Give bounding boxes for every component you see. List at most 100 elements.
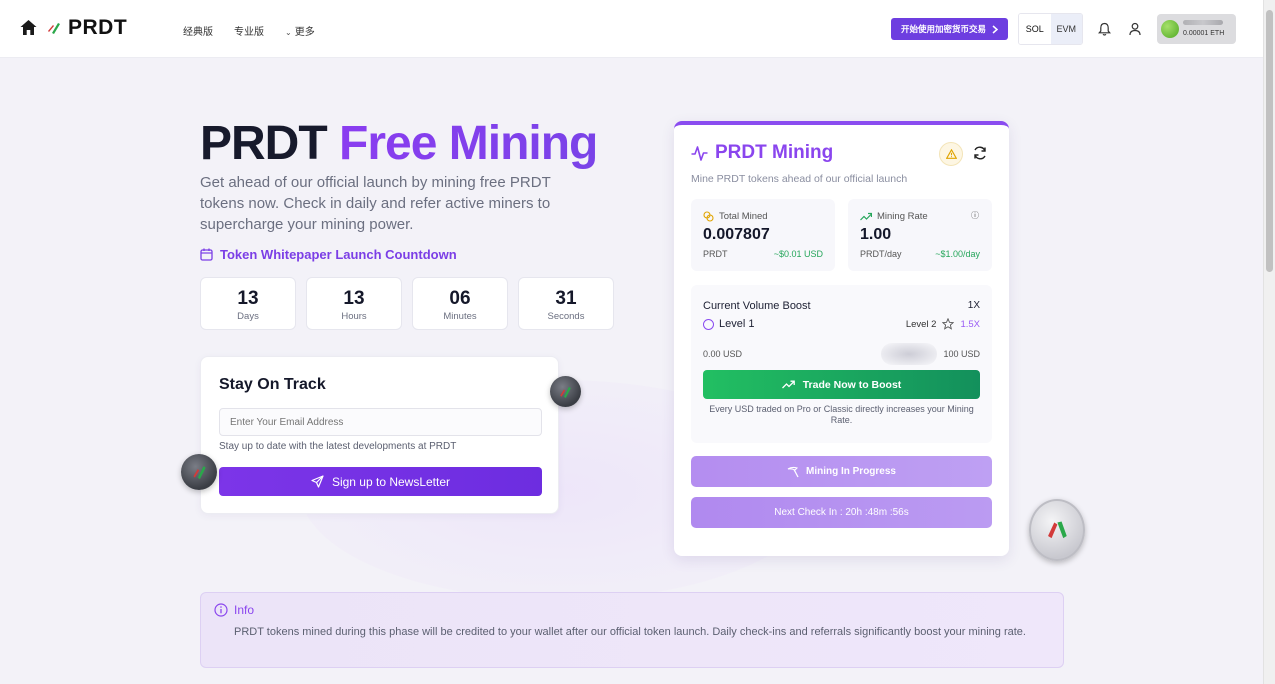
countdown-hours: 13 Hours [306,277,402,330]
next-check-in-button[interactable]: Next Check In : 20h :48m :56s [691,497,992,528]
next-level-multiplier: 1.5X [960,318,980,330]
warning-button[interactable] [939,142,963,166]
top-nav: PRDT 经典版 专业版 ⌄ 更多 开始使用加密货币交易 SOL EVM 0.00… [0,0,1263,58]
total-mined-label: Total Mined [703,211,768,222]
newsletter-signup-button[interactable]: Sign up to NewsLetter [219,467,542,496]
next-check-in-label: Next Check In : 20h :48m :56s [774,507,909,518]
hero-description: Get ahead of our official launch by mini… [200,174,551,233]
send-icon [311,475,324,488]
start-trading-label: 开始使用加密货币交易 [900,24,986,34]
chevron-right-icon [992,24,998,34]
info-text: PRDT tokens mined during this phase will… [234,626,1026,638]
hero-title-brand: PRDT [200,117,328,170]
newsletter-title: Stay On Track [219,376,326,393]
trending-up-icon [860,212,872,221]
bell-icon[interactable] [1098,22,1111,36]
level-ring-icon [703,318,714,330]
range-high: 100 USD [943,349,980,359]
menu-more-label: 更多 [294,27,315,38]
next-level-label: Level 2 [905,318,937,330]
wallet-avatar [1161,20,1179,38]
page-scrollbar[interactable] [1263,0,1275,684]
hero-title: PRDT Free Mining [200,116,598,171]
home-icon[interactable] [20,19,37,36]
countdown-value: 13 [237,288,259,309]
countdown-unit: Hours [341,311,367,322]
total-mined-label-text: Total Mined [719,211,768,222]
info-box: Info PRDT tokens mined during this phase… [200,592,1064,668]
countdown-value: 31 [555,288,577,309]
total-mined-value: 0.007807 [703,226,770,243]
hero-title-highlight: Free Mining [339,117,598,170]
logo-text[interactable]: PRDT [68,16,127,40]
range-low: 0.00 USD [703,349,743,359]
countdown-value: 06 [449,288,471,309]
decorative-coin-icon [181,454,217,490]
volume-boost-panel: Current Volume Boost 1X Level 1 Level 2 … [691,285,992,443]
decorative-coin-icon [550,376,581,407]
email-input[interactable] [219,408,542,436]
mining-title: PRDT Mining [715,142,834,163]
info-icon[interactable]: ⓘ [971,210,979,221]
mining-rate-label-text: Mining Rate [877,211,928,222]
chevron-down-icon: ⌄ [285,28,292,37]
volume-boost-multiplier: 1X [967,300,980,311]
trending-up-icon [781,380,795,389]
volume-boost-label: Current Volume Boost [703,300,811,312]
chain-evm-button[interactable]: EVM [1050,14,1082,44]
total-mined-unit: PRDT [703,249,728,259]
countdown-value: 13 [343,288,365,309]
countdown-minutes: 06 Minutes [412,277,508,330]
newsletter-card: Stay On Track Stay up to date with the l… [200,356,559,514]
menu-classic[interactable]: 经典版 [183,23,213,38]
countdown-unit: Days [237,311,259,322]
current-level-label: Level 1 [719,318,755,330]
coins-icon [703,211,714,222]
countdown-unit: Seconds [547,311,585,322]
menu-pro[interactable]: 专业版 [234,23,264,38]
countdown-label-text: Token Whitepaper Launch Countdown [220,247,457,262]
mining-rate-usd: ~$1.00/day [935,249,980,259]
warning-icon [945,149,957,159]
star-icon [942,318,955,330]
pickaxe-icon [787,466,799,477]
countdown-seconds: 31 Seconds [518,277,614,330]
current-level: Level 1 [703,318,754,330]
mining-rate-stat: Mining Rate ⓘ 1.00 PRDT/day ~$1.00/day [848,199,992,271]
trade-hint: Every USD traded on Pro or Classic direc… [709,404,974,425]
wallet-balance: 0.00001 ETH [1183,30,1225,37]
trade-now-button[interactable]: Trade Now to Boost [703,370,980,399]
calendar-icon [200,248,213,261]
wallet-button[interactable]: 0.00001 ETH [1157,14,1236,44]
total-mined-usd: ~$0.01 USD [773,249,823,259]
mining-card: PRDT Mining Mine PRDT tokens ahead of ou… [674,121,1009,556]
mining-in-progress-button[interactable]: Mining In Progress [691,456,992,487]
chain-switcher: SOL EVM [1018,13,1083,45]
start-trading-button[interactable]: 开始使用加密货币交易 [891,18,1008,40]
chain-sol-button[interactable]: SOL [1019,14,1051,44]
decorative-coin-icon [1029,499,1085,561]
mining-rate-value: 1.00 [860,226,892,243]
menu-more[interactable]: ⌄ 更多 [285,23,315,38]
next-level: Level 2 1.5X [906,318,980,330]
scrollbar-thumb[interactable] [1266,10,1273,272]
signup-label: Sign up to NewsLetter [331,474,451,489]
mining-rate-unit: PRDT/day [860,249,902,259]
activity-icon [691,145,708,161]
user-icon[interactable] [1129,22,1141,36]
countdown-label: Token Whitepaper Launch Countdown [200,247,457,262]
refresh-icon[interactable] [972,145,988,161]
info-title: Info [234,603,255,617]
info-header: Info [214,603,254,617]
info-icon [214,603,228,617]
prdt-logo-icon [48,23,60,34]
trade-now-label: Trade Now to Boost [802,378,902,391]
countdown-unit: Minutes [443,311,477,322]
newsletter-note: Stay up to date with the latest developm… [219,441,457,452]
progress-indicator-blurred [881,343,937,365]
mining-header: PRDT Mining [691,142,833,164]
mining-subtitle: Mine PRDT tokens ahead of our official l… [691,173,908,185]
wallet-address-blurred [1183,20,1223,25]
total-mined-stat: Total Mined 0.007807 PRDT ~$0.01 USD [691,199,835,271]
mining-in-progress-label: Mining In Progress [805,466,896,477]
